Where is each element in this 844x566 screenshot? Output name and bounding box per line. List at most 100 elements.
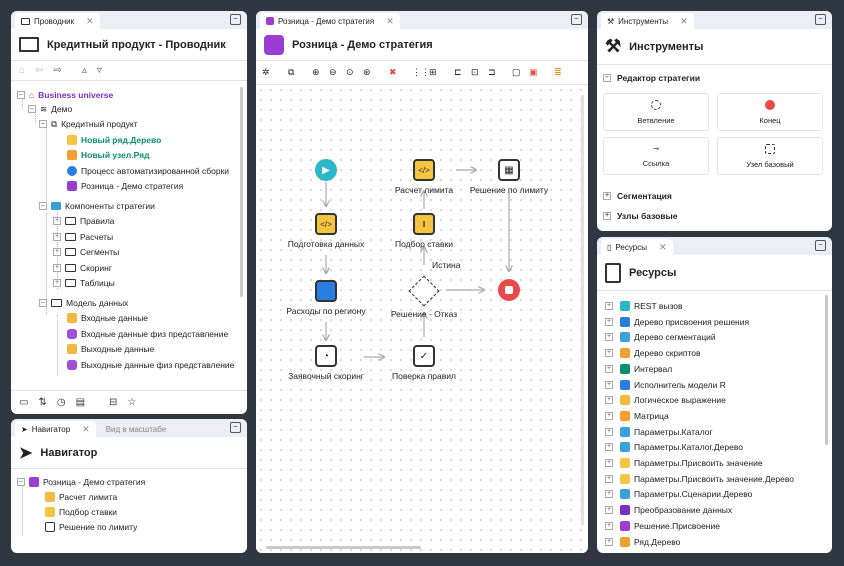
resource-item[interactable]: + Параметры.Каталог.Дерево bbox=[605, 440, 743, 454]
expand-toggle[interactable]: + bbox=[605, 317, 613, 326]
minimize-button[interactable]: – bbox=[230, 14, 241, 25]
comment-icon[interactable]: ▢ bbox=[512, 67, 521, 78]
expand-toggle[interactable]: + bbox=[605, 537, 613, 546]
expand-toggle[interactable]: + bbox=[605, 474, 613, 483]
node-rate[interactable]: I Подбор ставки bbox=[379, 213, 469, 249]
toolbox-icon[interactable]: ⊟ bbox=[109, 397, 117, 408]
expand-toggle[interactable]: + bbox=[605, 427, 613, 436]
tool-link[interactable]: ⊸ Ссылка bbox=[603, 137, 709, 175]
zoom-out-icon[interactable]: ⊖ bbox=[329, 67, 337, 78]
scrollbar[interactable] bbox=[240, 87, 243, 297]
tab-zoom-view[interactable]: Вид в масштабе bbox=[100, 421, 173, 437]
tab-navigator[interactable]: ➤ Навигатор ✕ bbox=[15, 421, 96, 437]
tab-resources[interactable]: ▯ Ресурсы ✕ bbox=[601, 239, 673, 255]
node-limit[interactable]: </> Расчет лимита bbox=[379, 159, 469, 195]
tree-item[interactable]: + Расчеты bbox=[53, 230, 113, 244]
align-left-icon[interactable]: ⊏ bbox=[454, 67, 462, 78]
start-node[interactable]: ▶ bbox=[315, 159, 337, 181]
collapse-icon[interactable]: ▵ bbox=[82, 65, 87, 76]
tree-item[interactable]: – Модель данных bbox=[39, 296, 128, 310]
tree-item[interactable]: Выходные данные физ представление bbox=[67, 358, 234, 372]
tree-item[interactable]: + Правила bbox=[53, 214, 115, 228]
tree-item[interactable]: + Скоринг bbox=[53, 261, 112, 275]
folder-icon[interactable]: ▭ bbox=[19, 397, 28, 408]
align-center-icon[interactable]: ⊡ bbox=[471, 67, 479, 78]
tree-item[interactable]: Решение по лимиту bbox=[45, 520, 137, 534]
tree-item[interactable]: Входные данные физ представление bbox=[67, 327, 228, 341]
tree-item[interactable]: Новый ряд.Дерево bbox=[67, 133, 161, 147]
zoom-reset-icon[interactable]: ⊛ bbox=[363, 67, 371, 78]
tab-strategy[interactable]: Розница - Демо стратегия ✕ bbox=[260, 13, 400, 29]
grid-icon[interactable]: ⋮⋮ bbox=[412, 67, 430, 78]
tree-item[interactable]: Входные данные bbox=[67, 311, 148, 325]
tree-item[interactable]: + Таблицы bbox=[53, 276, 115, 290]
tree-item[interactable]: Новый узел.Ряд bbox=[67, 148, 150, 162]
minimize-button[interactable]: – bbox=[815, 14, 826, 25]
tab-explorer[interactable]: Проводник ✕ bbox=[15, 13, 100, 29]
node-region[interactable]: Расходы по региону bbox=[281, 280, 371, 316]
debug-icon[interactable]: ✲ bbox=[262, 67, 270, 78]
tree-item[interactable]: Расчет лимита bbox=[45, 490, 117, 504]
expand-toggle[interactable]: + bbox=[605, 380, 613, 389]
expand-icon[interactable]: ▿ bbox=[97, 65, 102, 76]
resource-item[interactable]: + Логическое выражение bbox=[605, 393, 726, 407]
section-base-nodes[interactable]: + Узлы базовые bbox=[603, 211, 823, 221]
expand-toggle[interactable]: + bbox=[605, 364, 613, 373]
tool-base-node[interactable]: Узел базовый bbox=[717, 137, 823, 175]
zoom-in-icon[interactable]: ⊕ bbox=[312, 67, 320, 78]
tree-item[interactable]: Выходные данные bbox=[67, 342, 154, 356]
resource-item[interactable]: + REST вызов bbox=[605, 299, 683, 313]
back-icon[interactable]: ⇦ bbox=[35, 65, 43, 76]
resource-item[interactable]: + Параметры.Присвоить значение bbox=[605, 456, 763, 470]
resource-item[interactable]: + Дерево сегментаций bbox=[605, 330, 716, 344]
tree-item[interactable]: – Компоненты стратегии bbox=[39, 199, 155, 213]
resource-item[interactable]: + Параметры.Сценарии.Дерево bbox=[605, 487, 752, 501]
node-check[interactable]: ✓ Поверка правил bbox=[379, 345, 469, 381]
expand-toggle[interactable]: + bbox=[605, 459, 613, 467]
node-scoring[interactable]: ◔ Заявочный скоринг bbox=[281, 345, 371, 381]
tree-item[interactable]: – Розница - Демо стратегия bbox=[17, 475, 145, 489]
expand-toggle[interactable]: + bbox=[605, 443, 613, 452]
scrollbar[interactable] bbox=[825, 295, 828, 445]
section-strategy-editor[interactable]: – Редактор стратегии bbox=[603, 73, 823, 83]
end-node[interactable] bbox=[498, 279, 520, 301]
section-segmentation[interactable]: + Сегментация bbox=[603, 191, 823, 201]
forward-icon[interactable]: ⇨ bbox=[53, 65, 61, 76]
tree-item[interactable]: – ⧉ Кредитный продукт bbox=[39, 117, 138, 131]
minimize-button[interactable]: – bbox=[230, 422, 241, 433]
expand-toggle[interactable]: + bbox=[605, 302, 613, 310]
comment-delete-icon[interactable]: ▣ bbox=[529, 67, 538, 78]
resource-item[interactable]: + Решение.Присвоение bbox=[605, 519, 720, 533]
copy-icon[interactable]: ⧉ bbox=[288, 67, 294, 78]
align-right-icon[interactable]: ⊐ bbox=[488, 67, 496, 78]
close-icon[interactable]: ✕ bbox=[386, 16, 394, 27]
resource-item[interactable]: + Параметры.Каталог bbox=[605, 425, 713, 439]
resource-item[interactable]: + Дерево скриптов bbox=[605, 346, 701, 360]
delete-icon[interactable]: ✖ bbox=[389, 67, 397, 78]
tree-item[interactable]: Подбор ставки bbox=[45, 505, 117, 519]
expand-toggle[interactable]: + bbox=[605, 411, 613, 420]
close-icon[interactable]: ✕ bbox=[82, 424, 90, 435]
zoom-fit-icon[interactable]: ⊙ bbox=[346, 67, 354, 78]
expand-toggle[interactable]: + bbox=[605, 349, 613, 358]
scrollbar[interactable] bbox=[266, 546, 421, 549]
resource-item[interactable]: + Дерево присвоения решения bbox=[605, 315, 749, 329]
grid-snap-icon[interactable]: ⊞ bbox=[429, 67, 437, 78]
node-decision[interactable]: ▦ Решение по лимиту bbox=[464, 159, 554, 195]
minimize-button[interactable]: – bbox=[815, 240, 826, 251]
resource-item[interactable]: + Исполнитель модели R bbox=[605, 378, 726, 392]
tree-item[interactable]: + Сегменты bbox=[53, 245, 119, 259]
sort-icon[interactable]: ⇅ bbox=[38, 397, 46, 408]
node-split[interactable]: Решение - Отказ bbox=[379, 275, 469, 319]
expand-toggle[interactable]: + bbox=[605, 333, 613, 342]
node-data-prep[interactable]: </> Подготовка данных bbox=[281, 213, 371, 249]
close-icon[interactable]: ✕ bbox=[86, 16, 94, 27]
tool-branch[interactable]: Ветвление bbox=[603, 93, 709, 131]
tree-item[interactable]: Розница - Демо стратегия bbox=[67, 179, 183, 193]
database-icon[interactable]: ≣ bbox=[554, 67, 562, 78]
resource-item[interactable]: + Ряд.Дерево bbox=[605, 535, 680, 549]
resource-item[interactable]: + Параметры.Присвоить значение.Дерево bbox=[605, 472, 794, 486]
canvas[interactable]: ▶ </> Подготовка данных Расходы по регион… bbox=[256, 85, 588, 553]
expand-toggle[interactable]: + bbox=[605, 396, 613, 405]
resource-item[interactable]: + Матрица bbox=[605, 409, 669, 423]
